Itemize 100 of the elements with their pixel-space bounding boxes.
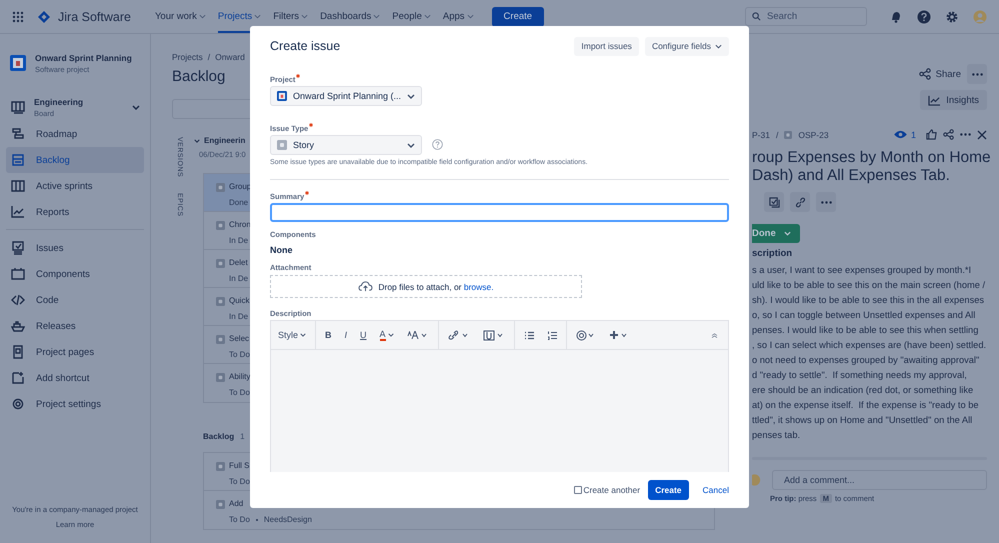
- sidebar-item[interactable]: Active sprints: [6, 173, 144, 199]
- share-button[interactable]: Share: [918, 64, 961, 84]
- chevron-down-icon[interactable]: [194, 138, 200, 142]
- issue-row[interactable]: Ability To Do: [204, 364, 714, 402]
- thumbs-up-icon[interactable]: [926, 129, 937, 140]
- sidebar-item-icon: [11, 153, 25, 167]
- text-style-dropdown[interactable]: Style: [277, 324, 310, 346]
- caret-icon: [424, 14, 431, 19]
- issue-label: NeedsDesign: [264, 515, 312, 524]
- child-issue-button[interactable]: [764, 192, 784, 212]
- nav-menu-item[interactable]: Your work: [154, 0, 206, 33]
- story-icon: [216, 259, 225, 268]
- more-button[interactable]: [816, 192, 836, 212]
- watcher-count: 1: [910, 130, 916, 140]
- issue-status: To Do: [229, 388, 250, 397]
- separator-dot: [256, 518, 258, 520]
- issue-type-select[interactable]: Story: [270, 135, 422, 155]
- chevron-down-icon: [132, 104, 140, 110]
- sidebar-item[interactable]: Project pages: [6, 339, 144, 365]
- caret-icon: [300, 333, 306, 337]
- sidebar-item[interactable]: Code: [6, 287, 144, 313]
- description-text: ere should be an indication (red dot, or something like: [752, 384, 974, 397]
- notification-icon[interactable]: [889, 10, 903, 24]
- issue-status: To Do: [229, 515, 250, 524]
- breadcrumb-link[interactable]: P-31: [752, 130, 770, 140]
- board-icon: [11, 100, 25, 114]
- breadcrumb-link[interactable]: Projects: [172, 52, 203, 62]
- breadcrumb-link[interactable]: OSP-23: [798, 130, 829, 140]
- sidebar-item[interactable]: Project settings: [6, 391, 144, 417]
- logo-icon: [38, 10, 50, 22]
- sidebar-item[interactable]: Roadmap: [6, 121, 144, 147]
- search-icon: [752, 12, 761, 21]
- settings-icon[interactable]: [945, 10, 959, 24]
- link-icon: [794, 196, 806, 208]
- sidebar-item-icon: [11, 205, 25, 219]
- link-button[interactable]: [790, 192, 810, 212]
- description-text: o, so I can toggle between Unsettled expenses and All: [752, 309, 976, 322]
- sidebar-item[interactable]: Issues: [6, 235, 144, 261]
- sidebar-item-icon: [11, 267, 25, 281]
- header-button[interactable]: Import issues: [574, 36, 639, 56]
- caret-icon: [388, 333, 394, 337]
- description-text: o not need to expenses grouped by "awaiting approval": [752, 354, 980, 367]
- sidebar-item[interactable]: Add shortcut: [6, 365, 144, 391]
- project-select[interactable]: Onward Sprint Planning (...: [270, 86, 422, 106]
- dropdown-button[interactable]: Configure fields: [644, 36, 729, 56]
- sidebar-item[interactable]: Releases: [6, 313, 144, 339]
- caret-icon: [466, 14, 474, 19]
- sidebar-item[interactable]: Backlog: [6, 147, 144, 173]
- sidebar-item[interactable]: Components: [6, 261, 144, 287]
- app-grid-icon[interactable]: [12, 10, 24, 22]
- eye-icon[interactable]: [894, 130, 907, 139]
- share-icon: [918, 68, 931, 80]
- create-button[interactable]: Create: [492, 6, 544, 26]
- caret-icon: [301, 14, 308, 19]
- story-icon: [277, 140, 287, 150]
- create-another-checkbox[interactable]: Create another: [574, 485, 640, 495]
- help-icon[interactable]: [917, 10, 931, 24]
- issue-status: To Do: [229, 477, 250, 486]
- format-button[interactable]: U: [356, 324, 371, 346]
- more-icon[interactable]: [960, 133, 971, 136]
- share-icon[interactable]: [943, 129, 954, 140]
- product-name: Jira Software: [58, 10, 131, 24]
- text-color-button[interactable]: A: [376, 324, 398, 346]
- create-button[interactable]: Create: [648, 480, 689, 500]
- issue-summary: Quick: [229, 296, 250, 305]
- text-size-icon: [406, 331, 429, 339]
- cancel-link[interactable]: Cancel: [702, 485, 729, 495]
- summary-field[interactable]: [270, 203, 729, 222]
- sprint-name: Engineerin: [204, 136, 246, 145]
- emoji-icon: [576, 330, 596, 340]
- description-text: , so I can select which expenses are (have been) settled.: [752, 339, 986, 352]
- breadcrumb-link[interactable]: Onward: [215, 52, 245, 62]
- sidebar-item-icon: [11, 319, 25, 333]
- description-text: uld like to be able to see this on the main screen (home /: [752, 279, 986, 292]
- breadcrumb-separator: /: [776, 130, 778, 140]
- description-text: sh). I would like to be able to see this in the all expenses: [752, 294, 984, 307]
- insights-button[interactable]: Insights: [920, 90, 987, 110]
- description-text: at) on the expense itself. If the expense is "ready to be: [752, 399, 979, 412]
- issue-status: In De: [229, 236, 248, 245]
- browse-link[interactable]: browse.: [464, 282, 494, 292]
- sidebar-item[interactable]: Reports: [6, 199, 144, 225]
- format-button[interactable]: B: [321, 324, 336, 346]
- backlog-heading: Backlog: [203, 432, 234, 441]
- more-button[interactable]: [967, 64, 987, 84]
- close-icon[interactable]: [977, 130, 987, 140]
- issue-count: 1: [240, 432, 245, 441]
- issue-status: Done: [229, 198, 248, 207]
- sidebar-item-icon: [11, 127, 25, 141]
- search-field[interactable]: Search: [745, 7, 867, 26]
- issue-status: To Do: [229, 350, 250, 359]
- sidebar-item-icon: [11, 293, 25, 307]
- story-icon: [216, 373, 225, 382]
- status-button[interactable]: Done: [752, 224, 800, 243]
- comment-field[interactable]: Add a comment...: [772, 470, 987, 490]
- help-icon[interactable]: [432, 138, 443, 150]
- format-button[interactable]: I: [340, 324, 352, 346]
- project-icon: [277, 90, 287, 102]
- description-text: penses tab.: [752, 429, 800, 442]
- file-drop-zone[interactable]: Drop files to attach, or browse.: [270, 275, 582, 298]
- caret-icon: [784, 231, 791, 236]
